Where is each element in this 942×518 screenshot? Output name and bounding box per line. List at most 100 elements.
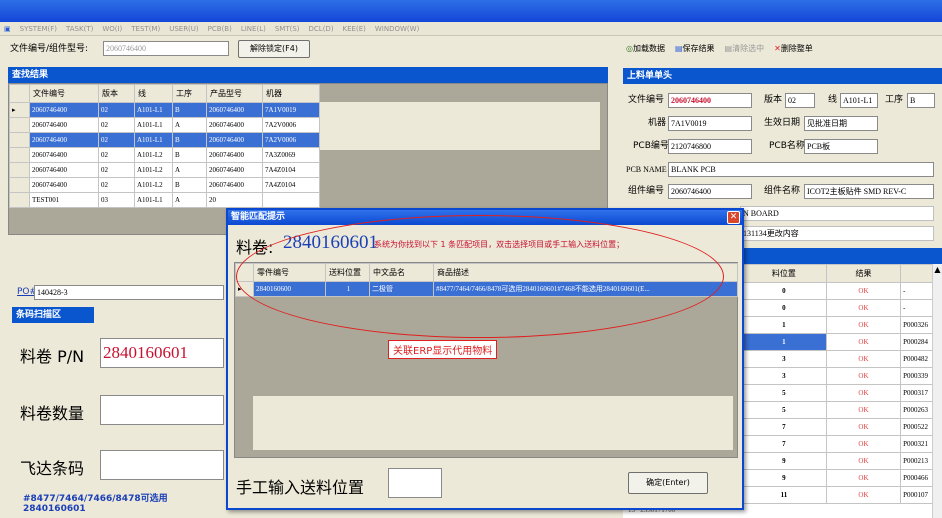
menu-item[interactable]: LINE(L) [241, 25, 266, 33]
dialog-col-header[interactable]: 中文品名 [369, 263, 434, 282]
table-row[interactable]: 7OKP0003212719910 [741, 435, 942, 453]
po-input[interactable]: 140428-3 [34, 285, 224, 300]
detail-grid-scrollbar[interactable]: ▲ [932, 264, 942, 518]
dialog-match-row[interactable]: ▸ 2840160600 1 二极管 #8477/7464/7466/8478可选用28… [235, 281, 738, 297]
table-row[interactable]: 2060746400 02 A101-L1 B 2060746400 7A2V0006 [9, 132, 320, 148]
clear-selected-button[interactable]: ▤清除选中 [725, 43, 765, 54]
substitute-note-line2: 2840160601 [23, 504, 86, 514]
ls-pcb-no-input[interactable]: 2120746800 [668, 139, 752, 154]
ls-line-input[interactable]: A101-L1 [840, 93, 878, 108]
table-row[interactable]: 1OKP0002842840160 [741, 333, 942, 351]
table-row[interactable]: 9OKP0002132712615 [741, 452, 942, 470]
table-row[interactable]: 2060746400 02 A101-L2 B 2060746400 7A3Z0069 [9, 147, 320, 163]
ls-pcb-name-cn-input[interactable]: PCB板 [804, 139, 878, 154]
dialog-ok-button[interactable]: 确定(Enter) [628, 472, 708, 494]
ls-change-field[interactable]: 131134更改内容 [740, 226, 934, 241]
ls-pcb-name-input[interactable]: BLANK PCB [668, 162, 934, 177]
search-col-header[interactable]: 工序 [172, 84, 207, 103]
delete-icon: ✕ [774, 43, 781, 53]
table-row[interactable]: 2060746400 02 A101-L2 A 2060746400 7A4Z0104 [9, 162, 320, 178]
substitute-note: #8477/7464/7466/8478可选用 2840160601 [23, 494, 168, 514]
table-cell: OK [825, 435, 902, 453]
load-data-button[interactable]: ◎加载数据 [626, 43, 665, 54]
reel-qty-input[interactable] [100, 395, 224, 425]
table-cell: 3 [741, 367, 827, 385]
menu-item[interactable]: SYSTEM(F) [20, 25, 57, 33]
table-row[interactable]: 5OKP0003172462010 [741, 384, 942, 402]
load-sheet-header: 上料单单头 [623, 68, 942, 84]
menu-item[interactable]: WO(I) [102, 25, 122, 33]
table-row[interactable]: 11OKP0001072550171 [741, 486, 942, 504]
table-cell: OK [825, 316, 902, 334]
detail-col-header[interactable]: 结果 [825, 264, 902, 283]
ls-process-input[interactable]: B [907, 93, 935, 108]
dialog-col-header[interactable]: 零件编号 [253, 263, 326, 282]
menu-item[interactable]: WINDOW(W) [375, 25, 419, 33]
dialog-col-header[interactable]: 送料位置 [325, 263, 370, 282]
table-cell: 0 [741, 282, 827, 300]
ls-file-label: 文件编号 [628, 95, 665, 105]
ls-version-input[interactable]: 02 [785, 93, 815, 108]
table-row[interactable]: 7OKP0005222557413 [741, 418, 942, 436]
delete-sheet-button[interactable]: ✕删除整单 [774, 43, 813, 54]
dialog-close-icon[interactable]: ✕ [727, 211, 740, 224]
table-row[interactable]: 2060746400 02 A101-L1 A 2060746400 7A2V0006 [9, 117, 320, 133]
table-row[interactable]: 3OKP0003392462010 [741, 367, 942, 385]
table-row[interactable]: TEST001 03 A101-L1 A 20 [9, 192, 320, 208]
table-cell: 2060746400 [206, 117, 263, 133]
search-col-header[interactable]: 机器 [262, 84, 320, 103]
row-pointer [9, 132, 30, 148]
table-row[interactable]: 2060746400 02 A101-L2 B 2060746400 7A4Z0104 [9, 177, 320, 193]
ls-comp-no-input[interactable]: 2060746400 [668, 184, 752, 199]
table-cell: 11 [741, 486, 827, 504]
row-pointer [9, 177, 30, 193]
unlock-button[interactable]: 解除锁定(F4) [238, 40, 310, 58]
scroll-up-icon[interactable]: ▲ [933, 264, 942, 276]
ls-eff-input[interactable]: 见批准日期 [804, 116, 878, 131]
table-row[interactable]: 0OK-2932746 [741, 299, 942, 317]
ls-machine-input[interactable]: 7A1V0019 [668, 116, 752, 131]
save-result-button[interactable]: ▤保存结果 [675, 43, 715, 54]
detail-col-header[interactable]: 料位置 [741, 264, 827, 283]
feeder-barcode-input[interactable] [100, 450, 224, 480]
ls-pcb-name-cn-label: PCB名称 [769, 141, 805, 151]
ls-eff-label: 生效日期 [764, 118, 801, 128]
table-row[interactable]: 9OKP0004662550632 [741, 469, 942, 487]
table-cell: B [172, 132, 207, 148]
ls-board-field[interactable]: N BOARD [740, 206, 934, 221]
table-cell: A [172, 117, 207, 133]
table-row[interactable]: 1OKP0003262462013 [741, 316, 942, 334]
search-col-header[interactable]: 产品型号 [206, 84, 263, 103]
substitute-note-line1: #8477/7464/7466/8478可选用 [23, 494, 168, 504]
menu-item[interactable]: SMT(S) [275, 25, 300, 33]
menu-item[interactable]: KEE(E) [343, 25, 366, 33]
search-col-header[interactable]: 线 [134, 84, 173, 103]
reel-pn-input[interactable]: 2840160601 [100, 338, 224, 368]
table-cell: 2060746400 [206, 147, 263, 163]
search-col-header[interactable]: 版本 [98, 84, 135, 103]
dialog-col-header[interactable]: 商品描述 [433, 263, 738, 282]
table-row[interactable]: 3OKP0004822840036 [741, 350, 942, 368]
table-row[interactable]: 0OK-2937745 [741, 282, 942, 300]
file-number-input[interactable]: 2060746400 [103, 41, 229, 56]
table-cell: 二极管 [369, 281, 434, 297]
menu-item[interactable]: TASK(T) [66, 25, 93, 33]
table-row[interactable]: 5OKP0002632558801 [741, 401, 942, 419]
ls-file-input[interactable]: 2060746400 [668, 93, 752, 108]
menu-item[interactable]: USER(U) [169, 25, 198, 33]
menu-item[interactable]: DCL(D) [309, 25, 334, 33]
table-cell: OK [825, 401, 902, 419]
table-cell: B [172, 102, 207, 118]
search-col-header[interactable]: 文件编号 [29, 84, 99, 103]
menu-bar: ▣ SYSTEM(F) TASK(T) WO(I) TEST(M) USER(U) PCB(… [0, 22, 942, 36]
table-cell: A101-L1 [134, 132, 173, 148]
row-pointer [9, 147, 30, 163]
load-icon: ◎ [626, 43, 633, 53]
table-row[interactable]: ▸ 2060746400 02 A101-L1 B 2060746400 7A1V0019 [9, 102, 320, 118]
menu-item[interactable]: TEST(M) [131, 25, 160, 33]
dialog-match-message: 系统为你找到以下 1 条匹配项目，双击选择项目或手工输入送料位置； [374, 240, 625, 249]
ls-comp-name-input[interactable]: ICOT2主板贴件 SMD REV-C [804, 184, 934, 199]
manual-feed-input[interactable] [388, 468, 442, 498]
menu-item[interactable]: PCB(B) [208, 25, 232, 33]
app-icon: ▣ [4, 24, 11, 33]
